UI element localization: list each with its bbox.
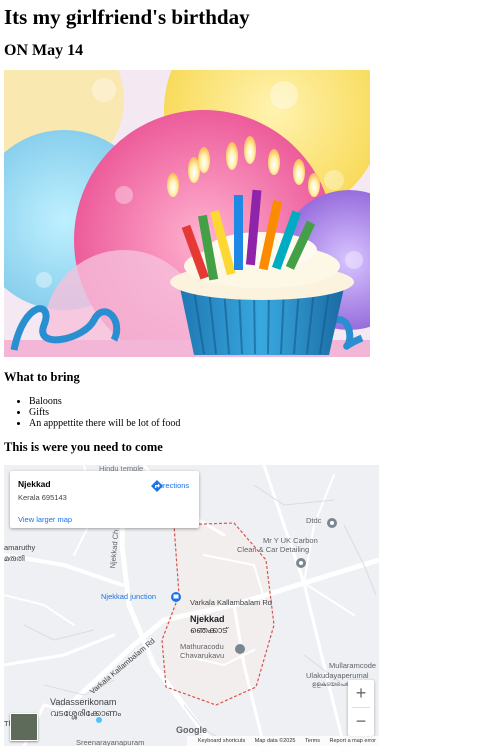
zoom-out-button[interactable]: − xyxy=(348,708,374,735)
place-name: Njekkad xyxy=(18,479,51,489)
list-item: Baloons xyxy=(29,396,180,407)
location-heading: This is were you need to come xyxy=(4,440,163,454)
map-label: മരുതി xyxy=(4,554,25,563)
birthday-cake-image xyxy=(4,70,370,357)
map-data-text: Map data ©2025 xyxy=(254,738,296,744)
map-label: Njekkad xyxy=(190,614,225,624)
map-label: amaruthy xyxy=(4,543,36,552)
map-label: ഞെക്കാട് xyxy=(190,625,228,635)
map-label: Mathuracodu xyxy=(180,642,224,651)
map-label: Varkala Kallambalam Rd xyxy=(190,598,272,607)
map-label: Njekkad junction xyxy=(101,592,157,601)
map-label: ഉളകുടയപെരു xyxy=(312,682,352,688)
map-footer: Keyboard shortcuts Map data ©2025 Terms … xyxy=(186,736,379,746)
directions-button[interactable]: Directions xyxy=(150,479,195,492)
zoom-in-button[interactable]: + xyxy=(348,680,374,707)
list-item: An apppettite there will be lot of food xyxy=(29,418,180,429)
map-label: Mullaramcode xyxy=(329,661,377,670)
map-label: Mr Y UK Carbon xyxy=(263,536,318,545)
map-label: Clean & Car Detailing xyxy=(237,545,310,554)
keyboard-shortcuts-link[interactable]: Keyboard shortcuts xyxy=(198,738,245,744)
map-label: Ulakudayaperumal xyxy=(306,671,369,680)
map-label: Vadasserikonam xyxy=(50,697,117,707)
place-address: Kerala 695143 xyxy=(18,493,67,502)
satellite-toggle-thumbnail[interactable] xyxy=(10,713,38,741)
google-logo: Google xyxy=(176,725,207,735)
map-label: Chavarukavu xyxy=(180,651,225,660)
terms-link[interactable]: Terms xyxy=(305,738,320,744)
zoom-control: + − xyxy=(348,680,374,736)
directions-icon xyxy=(151,480,163,492)
embedded-map[interactable]: Hindu temple Dtdc Mr Y UK Carbon Clean &… xyxy=(4,465,379,746)
event-date: ON May 14 xyxy=(4,42,84,59)
page-title: Its my girlfriend's birthday xyxy=(4,5,250,29)
report-map-error-link[interactable]: Report a map error xyxy=(330,738,376,744)
bring-list: Baloons Gifts An apppettite there will b… xyxy=(4,396,180,429)
view-larger-map-link[interactable]: View larger map xyxy=(18,515,72,524)
map-label: വടശ്ശേരിക്കോണം xyxy=(50,708,121,718)
what-to-bring-heading: What to bring xyxy=(4,370,80,384)
list-item: Gifts xyxy=(29,407,180,418)
map-label: Dtdc xyxy=(306,516,322,525)
place-card: Njekkad Kerala 695143 View larger map Di… xyxy=(10,471,199,528)
map-label: Sreenarayanapuram xyxy=(76,738,145,746)
